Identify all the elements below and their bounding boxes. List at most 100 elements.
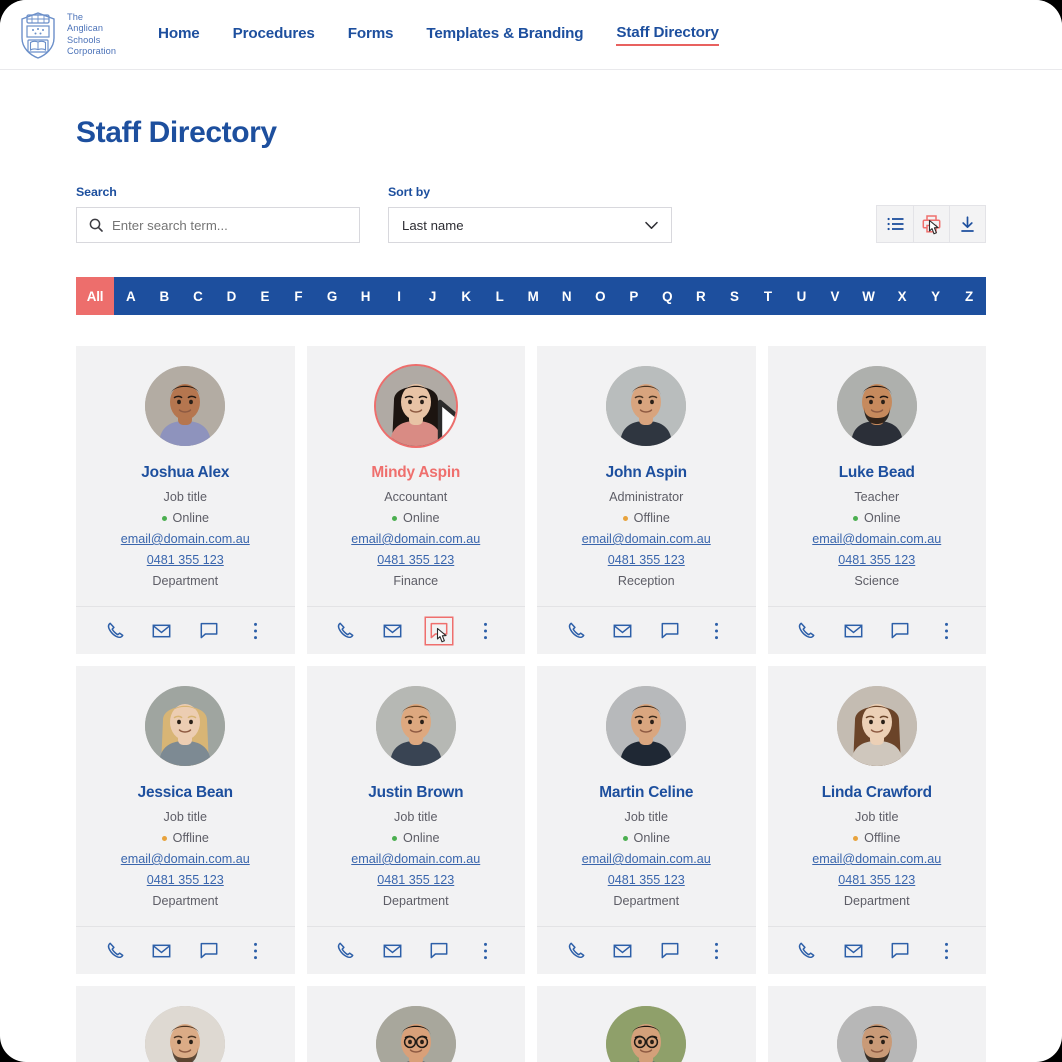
alpha-filter-n[interactable]: N (550, 277, 584, 315)
email-button[interactable] (840, 938, 866, 964)
alpha-filter-t[interactable]: T (751, 277, 785, 315)
staff-phone-link[interactable]: 0481 355 123 (608, 553, 685, 567)
brand-logo[interactable]: The Anglican Schools Corporation (18, 10, 138, 60)
avatar[interactable] (375, 686, 456, 766)
staff-email-link[interactable]: email@domain.com.au (812, 852, 941, 866)
staff-email-link[interactable]: email@domain.com.au (351, 852, 480, 866)
staff-email-link[interactable]: email@domain.com.au (812, 532, 941, 546)
message-button[interactable] (426, 618, 452, 644)
avatar[interactable] (836, 366, 917, 446)
avatar[interactable] (375, 1006, 456, 1062)
nav-item-procedures[interactable]: Procedures (233, 25, 315, 45)
call-button[interactable] (102, 938, 128, 964)
staff-card[interactable] (767, 986, 986, 1062)
more-options-button[interactable] (703, 938, 729, 964)
staff-card[interactable]: Mindy Aspin Accountant Online email@domain.… (306, 346, 525, 654)
staff-card[interactable]: Luke Bead Teacher Online email@domain.com.a… (767, 346, 986, 654)
more-options-button[interactable] (934, 618, 960, 644)
staff-name[interactable]: Justin Brown (368, 784, 463, 802)
staff-card[interactable]: John Aspin Administrator Offline email@doma… (537, 346, 756, 654)
avatar[interactable] (375, 366, 456, 446)
email-button[interactable] (379, 618, 405, 644)
message-button[interactable] (887, 618, 913, 644)
alpha-filter-h[interactable]: H (349, 277, 383, 315)
alpha-filter-w[interactable]: W (852, 277, 886, 315)
staff-email-link[interactable]: email@domain.com.au (582, 852, 711, 866)
alpha-filter-f[interactable]: F (282, 277, 316, 315)
sort-select[interactable]: Last name (388, 207, 672, 243)
more-options-button[interactable] (703, 618, 729, 644)
message-button[interactable] (426, 938, 452, 964)
call-button[interactable] (794, 938, 820, 964)
avatar[interactable] (606, 366, 687, 446)
message-button[interactable] (657, 938, 683, 964)
staff-phone-link[interactable]: 0481 355 123 (147, 553, 224, 567)
avatar[interactable] (145, 366, 226, 446)
email-button[interactable] (149, 618, 175, 644)
staff-email-link[interactable]: email@domain.com.au (582, 532, 711, 546)
alpha-filter-y[interactable]: Y (919, 277, 953, 315)
nav-item-forms[interactable]: Forms (348, 25, 394, 45)
staff-phone-link[interactable]: 0481 355 123 (377, 873, 454, 887)
staff-email-link[interactable]: email@domain.com.au (351, 532, 480, 546)
staff-card[interactable]: Joshua Alex Job title Online email@domain.c… (76, 346, 295, 654)
alpha-filter-k[interactable]: K (449, 277, 483, 315)
staff-name[interactable]: Luke Bead (839, 464, 915, 482)
alpha-filter-p[interactable]: P (617, 277, 651, 315)
staff-card[interactable]: Linda Crawford Job title Offline email@doma… (767, 666, 986, 974)
alpha-filter-j[interactable]: J (416, 277, 450, 315)
staff-name[interactable]: Linda Crawford (822, 784, 932, 802)
alpha-filter-u[interactable]: U (785, 277, 819, 315)
alpha-filter-z[interactable]: Z (952, 277, 986, 315)
email-button[interactable] (149, 938, 175, 964)
more-options-button[interactable] (242, 938, 268, 964)
email-button[interactable] (840, 618, 866, 644)
alpha-filter-v[interactable]: V (818, 277, 852, 315)
alpha-filter-g[interactable]: G (315, 277, 349, 315)
message-button[interactable] (196, 618, 222, 644)
avatar[interactable] (145, 686, 226, 766)
staff-phone-link[interactable]: 0481 355 123 (147, 873, 224, 887)
staff-card[interactable] (76, 986, 295, 1062)
staff-card[interactable] (537, 986, 756, 1062)
nav-item-templates-branding[interactable]: Templates & Branding (426, 25, 583, 45)
staff-card[interactable] (306, 986, 525, 1062)
staff-phone-link[interactable]: 0481 355 123 (838, 553, 915, 567)
staff-email-link[interactable]: email@domain.com.au (121, 852, 250, 866)
staff-card[interactable]: Jessica Bean Job title Offline email@domain… (76, 666, 295, 974)
call-button[interactable] (333, 938, 359, 964)
list-view-button[interactable] (877, 206, 913, 242)
staff-card[interactable]: Martin Celine Job title Online email@domain… (537, 666, 756, 974)
call-button[interactable] (333, 618, 359, 644)
print-button[interactable] (913, 206, 949, 242)
alpha-filter-m[interactable]: M (516, 277, 550, 315)
alpha-filter-l[interactable]: L (483, 277, 517, 315)
staff-name[interactable]: Jessica Bean (138, 784, 233, 802)
email-button[interactable] (610, 938, 636, 964)
alpha-filter-e[interactable]: E (248, 277, 282, 315)
staff-name[interactable]: John Aspin (606, 464, 687, 482)
staff-name[interactable]: Mindy Aspin (371, 464, 460, 482)
search-input-wrapper[interactable] (76, 207, 360, 243)
avatar[interactable] (145, 1006, 226, 1062)
alpha-filter-b[interactable]: B (148, 277, 182, 315)
call-button[interactable] (563, 618, 589, 644)
alpha-filter-all[interactable]: All (76, 277, 114, 315)
email-button[interactable] (379, 938, 405, 964)
search-input[interactable] (112, 217, 347, 233)
avatar[interactable] (606, 1006, 687, 1062)
call-button[interactable] (563, 938, 589, 964)
staff-email-link[interactable]: email@domain.com.au (121, 532, 250, 546)
staff-name[interactable]: Martin Celine (599, 784, 693, 802)
more-options-button[interactable] (473, 938, 499, 964)
call-button[interactable] (794, 618, 820, 644)
alpha-filter-q[interactable]: Q (651, 277, 685, 315)
nav-item-staff-directory[interactable]: Staff Directory (616, 24, 719, 46)
avatar[interactable] (606, 686, 687, 766)
more-options-button[interactable] (242, 618, 268, 644)
alpha-filter-c[interactable]: C (181, 277, 215, 315)
message-button[interactable] (196, 938, 222, 964)
email-button[interactable] (610, 618, 636, 644)
staff-phone-link[interactable]: 0481 355 123 (377, 553, 454, 567)
alpha-filter-a[interactable]: A (114, 277, 148, 315)
